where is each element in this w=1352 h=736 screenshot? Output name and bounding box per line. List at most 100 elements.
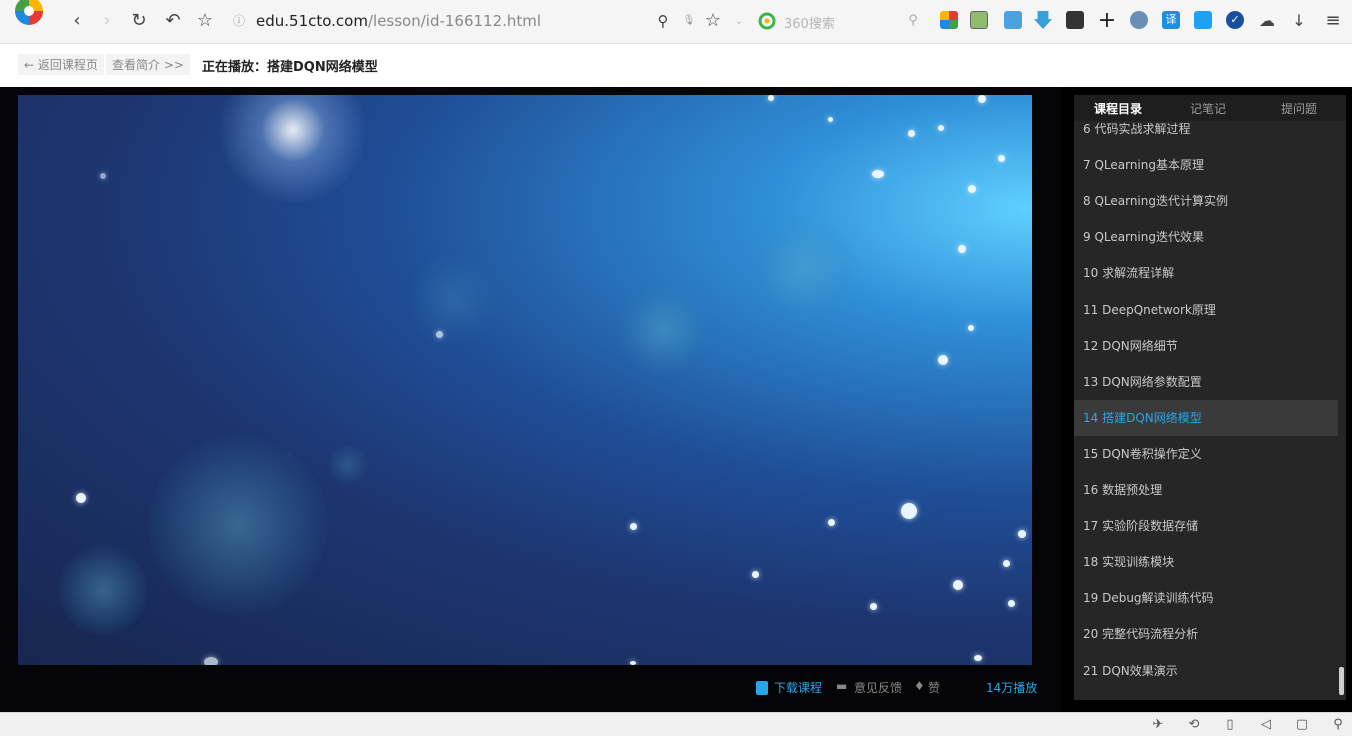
- video-bokeh: [58, 545, 148, 635]
- lesson-item[interactable]: 9 QLearning迭代效果: [1074, 219, 1338, 255]
- back-to-course-link[interactable]: ← 返回课程页: [18, 54, 104, 75]
- search-go-icon[interactable]: ⚲: [902, 10, 924, 32]
- video-particle: [204, 657, 218, 665]
- lesson-item[interactable]: 13 DQN网络参数配置: [1074, 364, 1338, 400]
- lesson-item-label: 7 QLearning基本原理: [1083, 158, 1204, 173]
- browser-logo-icon[interactable]: [10, 0, 48, 30]
- sidebar-scrollbar[interactable]: [1339, 667, 1344, 695]
- like-button[interactable]: 赞: [928, 679, 940, 696]
- video-bokeh: [328, 445, 368, 485]
- video-particle: [953, 580, 963, 590]
- shield-icon[interactable]: [1194, 11, 1212, 29]
- download-course-icon[interactable]: [756, 681, 768, 695]
- video-particle: [968, 325, 974, 331]
- video-bokeh: [748, 215, 858, 325]
- search-input[interactable]: 360搜索: [784, 13, 835, 32]
- screenshot-icon[interactable]: [970, 11, 988, 29]
- url-path: /lesson/id-166112.html: [367, 12, 542, 30]
- add-icon[interactable]: +: [1096, 10, 1118, 32]
- lesson-item[interactable]: 6 代码实战求解过程: [1074, 111, 1338, 147]
- browser-statusbar: ✈ ⟲ ▯ ◁ ▢ ⚲: [0, 712, 1352, 736]
- feedback-button[interactable]: 意见反馈: [854, 679, 902, 696]
- download-manager-icon[interactable]: [1034, 11, 1052, 29]
- video-bokeh: [408, 255, 498, 345]
- bookmark-icon[interactable]: ☆: [702, 10, 724, 32]
- translate-icon[interactable]: 译: [1162, 11, 1180, 29]
- volume-icon[interactable]: ◁: [1258, 717, 1274, 733]
- download-course-button[interactable]: 下载课程: [774, 679, 822, 696]
- lesson-item-label: 15 DQN卷积操作定义: [1083, 446, 1202, 461]
- game-icon[interactable]: [1066, 11, 1084, 29]
- video-stage: 下载课程 ▬ 意见反馈 ♦ 赞 14万播放: [0, 87, 1062, 712]
- feedback-icon[interactable]: ▬: [836, 679, 847, 693]
- video-bokeh: [148, 435, 328, 615]
- lesson-item[interactable]: 18 实现训练模块: [1074, 544, 1338, 580]
- lesson-item[interactable]: 20 完整代码流程分析: [1074, 616, 1338, 652]
- lesson-item[interactable]: 10 求解流程详解: [1074, 255, 1338, 291]
- video-particle: [630, 523, 637, 530]
- zoom-icon[interactable]: ⚲: [1330, 717, 1346, 733]
- search-box[interactable]: 360搜索 ⚲: [756, 8, 926, 34]
- photo-icon[interactable]: [1004, 11, 1022, 29]
- page-info-icon[interactable]: ⓘ: [228, 10, 250, 32]
- window-icon[interactable]: ▢: [1294, 717, 1310, 733]
- lesson-item-label: 13 DQN网络参数配置: [1083, 374, 1202, 389]
- back-icon[interactable]: ‹: [66, 10, 88, 32]
- video-bokeh: [618, 285, 708, 375]
- lesson-item[interactable]: 14 搭建DQN网络模型: [1074, 399, 1338, 436]
- video-particle: [908, 130, 915, 137]
- lesson-item-label: 9 QLearning迭代效果: [1083, 230, 1204, 245]
- lesson-item-label: 11 DeepQnetwork原理: [1083, 302, 1216, 317]
- lesson-item[interactable]: 12 DQN网络细节: [1074, 328, 1338, 364]
- mic-icon[interactable]: 🎙: [678, 10, 700, 32]
- reload-icon[interactable]: ↻: [128, 10, 150, 32]
- video-particle: [1018, 530, 1026, 538]
- video-particle: [872, 170, 884, 178]
- lesson-item[interactable]: 8 QLearning迭代计算实例: [1074, 183, 1338, 219]
- browser-toolbar: ‹ › ↻ ↶ ☆ ⓘ edu.51cto.com/lesson/id-1661…: [0, 0, 1352, 44]
- video-particle: [870, 603, 877, 610]
- lesson-item-label: 17 实验阶段数据存储: [1083, 519, 1199, 534]
- address-bar[interactable]: ⓘ edu.51cto.com/lesson/id-166112.html: [222, 8, 722, 34]
- video-particle: [968, 185, 976, 193]
- video-particle: [100, 173, 106, 179]
- lesson-item[interactable]: 19 Debug解读训练代码: [1074, 580, 1338, 616]
- view-intro-link[interactable]: 查看简介 >>: [106, 54, 190, 75]
- url-domain: edu.51cto.com: [256, 12, 368, 30]
- pin-icon[interactable]: ✈: [1150, 717, 1166, 733]
- download-icon[interactable]: ↓: [1288, 10, 1310, 32]
- lesson-item[interactable]: 21 DQN效果演示: [1074, 653, 1338, 689]
- url-text[interactable]: edu.51cto.com/lesson/id-166112.html: [256, 12, 541, 30]
- lesson-item-label: 14 搭建DQN网络模型: [1083, 410, 1202, 425]
- lesson-item[interactable]: 17 实验阶段数据存储: [1074, 508, 1338, 544]
- like-icon[interactable]: ♦: [914, 679, 925, 693]
- star-icon[interactable]: ☆: [194, 10, 216, 32]
- video-particle: [752, 571, 759, 578]
- cloud-icon[interactable]: ☁: [1256, 10, 1278, 32]
- apps-grid-icon[interactable]: [940, 11, 958, 29]
- video-particle: [828, 519, 835, 526]
- dropdown-icon[interactable]: ⌄: [728, 10, 750, 32]
- lesson-item-label: 21 DQN效果演示: [1083, 663, 1178, 678]
- now-playing-title: 正在播放：搭建DQN网络模型: [202, 60, 378, 75]
- lesson-item[interactable]: 16 数据预处理: [1074, 472, 1338, 508]
- video-particle: [978, 95, 986, 103]
- video-particle: [1008, 600, 1015, 607]
- video-particle: [630, 661, 636, 665]
- verify-icon[interactable]: ✓: [1226, 11, 1244, 29]
- lesson-item[interactable]: 11 DeepQnetwork原理: [1074, 292, 1338, 328]
- lesson-item[interactable]: 15 DQN卷积操作定义: [1074, 436, 1338, 472]
- lesson-item-label: 8 QLearning迭代计算实例: [1083, 194, 1228, 209]
- menu-icon[interactable]: ≡: [1322, 10, 1344, 32]
- video-player[interactable]: [18, 95, 1032, 665]
- lesson-item[interactable]: 7 QLearning基本原理: [1074, 147, 1338, 183]
- search-icon[interactable]: ⚲: [652, 10, 674, 32]
- forward-icon[interactable]: ›: [96, 10, 118, 32]
- trash-icon[interactable]: ▯: [1222, 717, 1238, 733]
- speed-icon[interactable]: ⟲: [1186, 717, 1202, 733]
- undo-icon[interactable]: ↶: [162, 10, 184, 32]
- video-particle: [76, 493, 86, 503]
- video-particle: [768, 95, 774, 101]
- headset-icon[interactable]: [1130, 11, 1148, 29]
- lesson-item-label: 10 求解流程详解: [1083, 266, 1175, 281]
